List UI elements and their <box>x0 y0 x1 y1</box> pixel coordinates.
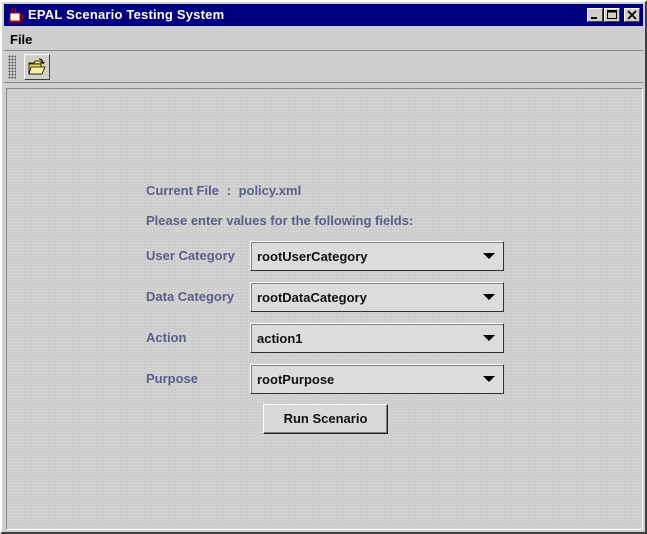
data-category-select[interactable]: rootDataCategory <box>250 282 504 312</box>
close-button[interactable] <box>624 8 640 22</box>
chevron-down-icon <box>483 335 495 341</box>
maximize-button[interactable] <box>604 8 620 22</box>
purpose-label: Purpose <box>146 371 199 386</box>
toolbar <box>4 52 643 83</box>
minimize-button[interactable] <box>587 8 603 22</box>
purpose-select[interactable]: rootPurpose <box>250 364 504 394</box>
action-value: action1 <box>257 331 303 346</box>
title-bar[interactable]: EPAL Scenario Testing System <box>4 4 643 26</box>
current-file-row: Current File : policy.xml <box>146 183 301 198</box>
chevron-down-icon <box>483 376 495 382</box>
main-panel: Current File : policy.xml Please enter v… <box>6 88 643 530</box>
instructions-text: Please enter values for the following fi… <box>146 213 414 228</box>
purpose-value: rootPurpose <box>257 372 335 387</box>
maximize-icon <box>607 10 617 19</box>
data-category-value: rootDataCategory <box>257 290 367 305</box>
chevron-down-icon <box>483 253 495 259</box>
current-file-value: policy.xml <box>238 183 302 198</box>
open-folder-icon <box>28 58 46 75</box>
java-cup-icon <box>9 7 24 23</box>
minimize-icon <box>591 17 597 19</box>
action-label: Action <box>146 330 187 345</box>
toolbar-grip[interactable] <box>8 55 16 79</box>
open-file-button[interactable] <box>24 54 50 80</box>
user-category-select[interactable]: rootUserCategory <box>250 241 504 271</box>
chevron-down-icon <box>483 294 495 300</box>
data-category-label: Data Category <box>146 289 235 304</box>
current-file-label: Current File <box>146 183 219 198</box>
user-category-label: User Category <box>146 248 235 263</box>
window-title: EPAL Scenario Testing System <box>28 7 225 22</box>
menu-file[interactable]: File <box>10 32 32 47</box>
run-scenario-button[interactable]: Run Scenario <box>263 404 388 434</box>
close-icon <box>627 10 637 20</box>
current-file-separator: : <box>226 183 231 198</box>
action-select[interactable]: action1 <box>250 323 504 353</box>
user-category-value: rootUserCategory <box>257 249 368 264</box>
app-window: EPAL Scenario Testing System File Curren… <box>0 0 647 534</box>
menu-bar: File <box>4 28 643 51</box>
